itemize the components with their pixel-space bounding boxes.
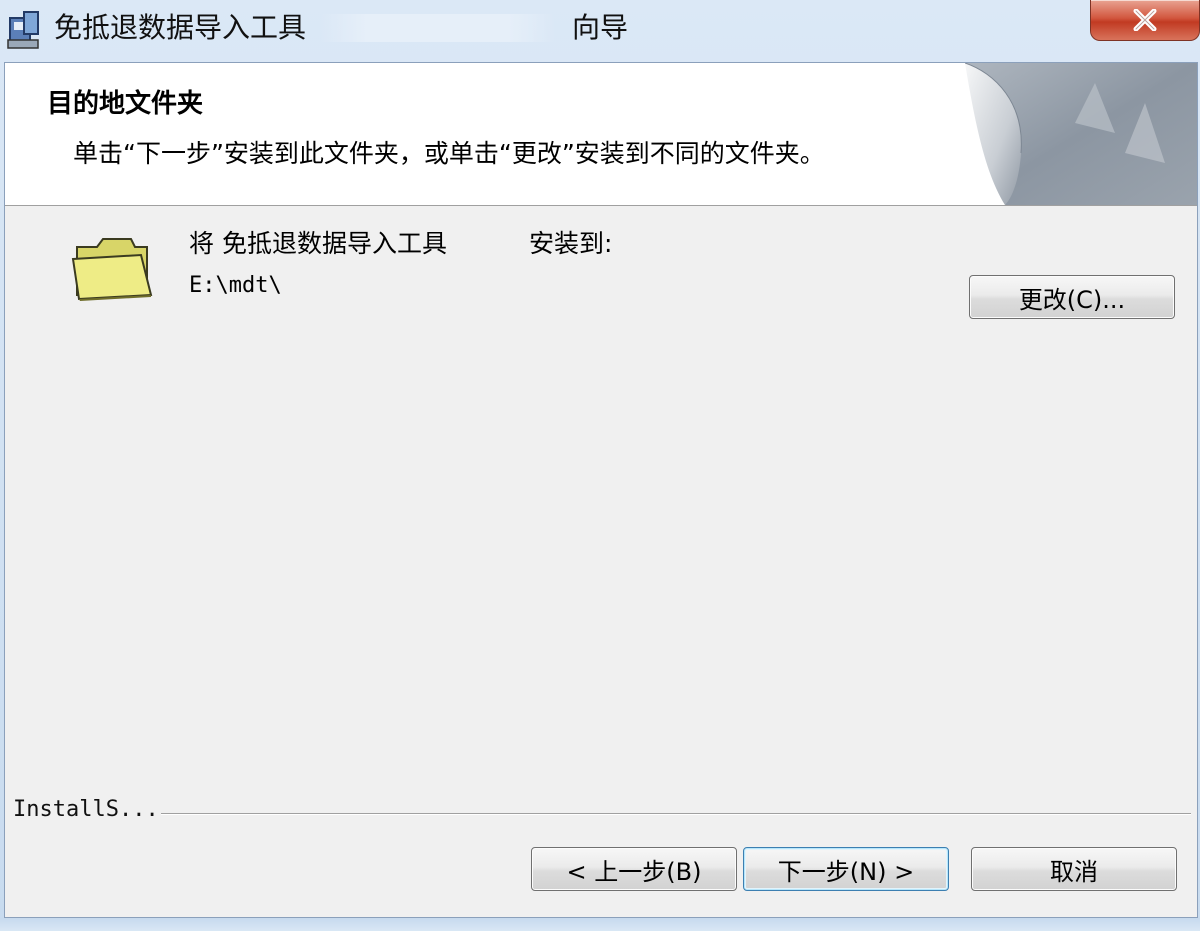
installshield-brand-label: InstallS... [13, 795, 161, 825]
install-label-suffix: 安装到: [528, 229, 613, 258]
back-button[interactable]: < 上一步(B) [531, 847, 737, 891]
folder-icon [71, 233, 153, 303]
close-button[interactable] [1090, 0, 1200, 41]
installer-window: 免抵退数据导入工具 向导 目的地文件夹 单击“下一步”安装到此文件夹，或单击“更… [0, 0, 1200, 931]
close-icon [1132, 9, 1158, 31]
page-description: 单击“下一步”安装到此文件夹，或单击“更改”安装到不同的文件夹。 [73, 139, 825, 168]
page-title: 目的地文件夹 [47, 89, 204, 119]
header-banner-image [964, 63, 1197, 205]
install-label-prefix: 将 免抵退数据导入工具 [189, 229, 447, 258]
window-title-suffix: 向导 [572, 11, 629, 44]
footer-separator [155, 813, 1191, 815]
change-button[interactable]: 更改(C)... [969, 275, 1175, 319]
install-target-label: 将 免抵退数据导入工具 安装到: [189, 227, 612, 261]
window-title: 免抵退数据导入工具 [54, 11, 307, 44]
installer-icon [6, 10, 44, 50]
title-redacted-area [320, 14, 555, 42]
dialog-header: 目的地文件夹 单击“下一步”安装到此文件夹，或单击“更改”安装到不同的文件夹。 [5, 63, 1197, 206]
title-bar[interactable]: 免抵退数据导入工具 向导 [0, 0, 1200, 60]
install-path: E:\mdt\ [189, 273, 282, 298]
next-button[interactable]: 下一步(N) > [743, 847, 949, 891]
dialog-client-area: 目的地文件夹 单击“下一步”安装到此文件夹，或单击“更改”安装到不同的文件夹。 [4, 62, 1198, 918]
cancel-button[interactable]: 取消 [971, 847, 1177, 891]
window-bottom-border [0, 918, 1200, 931]
